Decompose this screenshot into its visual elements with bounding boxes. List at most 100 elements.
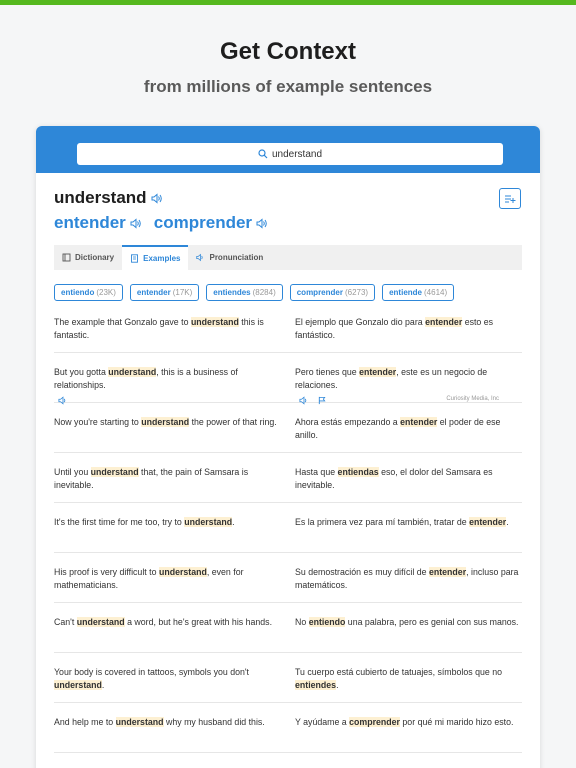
example-row[interactable]: Until you understand that, the pain of S…	[54, 453, 522, 503]
example-english: His proof is very difficult to understan…	[54, 566, 282, 592]
add-to-list-icon	[505, 195, 516, 203]
translations: entender comprender	[54, 213, 280, 233]
text-segment: No	[295, 617, 309, 627]
highlighted-word: understand	[158, 567, 207, 577]
text-segment: It's the first time for me too, try to	[54, 517, 185, 527]
tab-label: Pronunciation	[209, 253, 264, 262]
highlighted-word: understand	[54, 680, 102, 690]
highlighted-word: understand	[115, 717, 164, 727]
text-segment: .	[336, 680, 339, 690]
chip-word: comprender	[296, 288, 343, 297]
text-segment: His proof is very difficult to	[54, 567, 159, 577]
text-segment: Your body is covered in tattoos, symbols…	[54, 667, 249, 677]
text-segment: a word, but he's great with his hands.	[124, 617, 273, 627]
text-segment: Until you	[54, 467, 91, 477]
search-query: understand	[271, 148, 323, 160]
highlighted-word: entender	[400, 417, 438, 427]
chip-word: entiende	[389, 288, 422, 297]
text-segment: The example that Gonzalo gave to	[54, 317, 191, 327]
search-input[interactable]: understand	[77, 143, 503, 165]
example-spanish: Hasta que entiendas eso, el dolor del Sa…	[295, 466, 523, 492]
highlighted-word: entiendas	[337, 467, 379, 477]
chip-count: (17K)	[172, 288, 193, 297]
chip-comprender[interactable]: comprender (6273)	[289, 284, 376, 301]
text-segment: the power of that ring.	[189, 417, 277, 427]
text-segment: Su demostración es muy difícil de	[295, 567, 429, 577]
tab-examples[interactable]: Examples	[122, 245, 189, 270]
text-segment: Hasta que	[295, 467, 338, 477]
example-row[interactable]: Now you're starting to understand the po…	[54, 403, 522, 453]
example-spanish: Tu cuerpo está cubierto de tatuajes, sím…	[295, 666, 523, 692]
add-to-list-button[interactable]	[499, 188, 521, 209]
search-icon	[258, 149, 268, 159]
top-accent-bar	[0, 0, 576, 5]
speaker-icon[interactable]	[256, 217, 268, 229]
chip-entiendes[interactable]: entiendes (8284)	[206, 284, 283, 301]
example-spanish: Y ayúdame a comprender por qué mi marido…	[295, 716, 523, 729]
text-segment: And help me to	[54, 717, 116, 727]
example-english: But you gotta understand, this is a busi…	[54, 366, 282, 392]
example-english: And help me to understand why my husband…	[54, 716, 282, 729]
tab-dictionary[interactable]: Dictionary	[54, 245, 122, 270]
tab-pronunciation[interactable]: Pronunciation	[188, 245, 271, 270]
book-icon	[62, 253, 71, 262]
highlighted-word: entender	[469, 517, 507, 527]
highlighted-word: entender	[359, 367, 397, 377]
text-segment: why my husband did this.	[163, 717, 265, 727]
example-list: The example that Gonzalo gave to underst…	[54, 303, 522, 753]
highlighted-word: entender	[425, 317, 463, 327]
example-spanish: El ejemplo que Gonzalo dio para entender…	[295, 316, 523, 342]
hero-title: Get Context	[219, 38, 356, 65]
text-segment: .	[101, 680, 105, 690]
translation-entender[interactable]: entender	[54, 213, 142, 233]
text-segment: Ahora estás empezando a	[295, 417, 401, 427]
chip-entiende[interactable]: entiende (4614)	[382, 284, 455, 301]
text-segment: Es la primera vez para mí también, trata…	[295, 517, 470, 527]
example-spanish: Pero tienes que entender, este es un neg…	[295, 366, 523, 392]
example-row[interactable]: The example that Gonzalo gave to underst…	[54, 303, 522, 353]
speaker-icon	[196, 253, 204, 262]
highlighted-word: understand	[90, 467, 139, 477]
text-segment: El ejemplo que Gonzalo dio para	[295, 317, 426, 327]
example-english: Your body is covered in tattoos, symbols…	[54, 666, 282, 692]
example-spanish: No entiendo una palabra, pero es genial …	[295, 616, 523, 629]
example-english: Until you understand that, the pain of S…	[54, 466, 282, 492]
chip-count: (23K)	[96, 288, 116, 297]
translation-text[interactable]: entender	[54, 213, 126, 233]
highlighted-word: understand	[190, 317, 239, 327]
example-row[interactable]: Your body is covered in tattoos, symbols…	[54, 653, 522, 703]
tab-label: Examples	[143, 254, 181, 263]
chip-word: entender	[136, 288, 171, 297]
example-row[interactable]: It's the first time for me too, try to u…	[54, 503, 522, 553]
tab-label: Dictionary	[75, 253, 115, 262]
example-spanish: Su demostración es muy difícil de entend…	[295, 566, 523, 592]
text-segment: Y ayúdame a	[295, 717, 350, 727]
example-spanish: Ahora estás empezando a entender el pode…	[295, 416, 523, 442]
text-segment: una palabra, pero es genial con sus mano…	[345, 617, 519, 627]
tab-bar: Dictionary Examples Pronunciation	[54, 245, 522, 270]
chip-entender[interactable]: entender (17K)	[129, 284, 200, 301]
highlighted-word: entender	[428, 567, 467, 577]
credit-text: Curiosity Media, Inc	[446, 396, 499, 402]
chip-count: (4614)	[424, 288, 448, 297]
chip-entiendo[interactable]: entiendo (23K)	[54, 284, 123, 301]
highlighted-word: understand	[141, 417, 190, 427]
example-row[interactable]: His proof is very difficult to understan…	[54, 553, 522, 603]
example-spanish: Es la primera vez para mí también, trata…	[295, 516, 523, 529]
text-segment: Can't	[54, 617, 77, 627]
translation-text[interactable]: comprender	[154, 213, 252, 233]
highlighted-word: understand	[108, 367, 157, 377]
hero-subtitle: from millions of example sentences	[143, 77, 433, 96]
example-row[interactable]: And help me to understand why my husband…	[54, 703, 522, 753]
text-segment: Now you're starting to	[54, 417, 142, 427]
translation-comprender[interactable]: comprender	[154, 213, 268, 233]
example-row[interactable]: Can't understand a word, but he's great …	[54, 603, 522, 653]
chip-word: entiendes	[213, 288, 251, 297]
chip-count: (6273)	[344, 288, 369, 297]
speaker-icon[interactable]	[151, 192, 163, 204]
example-row[interactable]: But you gotta understand, this is a busi…	[54, 353, 523, 405]
text-segment: .	[506, 517, 509, 527]
text-segment: Pero tienes que	[295, 367, 360, 377]
text-segment: Tu cuerpo está cubierto de tatuajes, sím…	[295, 667, 503, 677]
speaker-icon[interactable]	[130, 217, 142, 229]
